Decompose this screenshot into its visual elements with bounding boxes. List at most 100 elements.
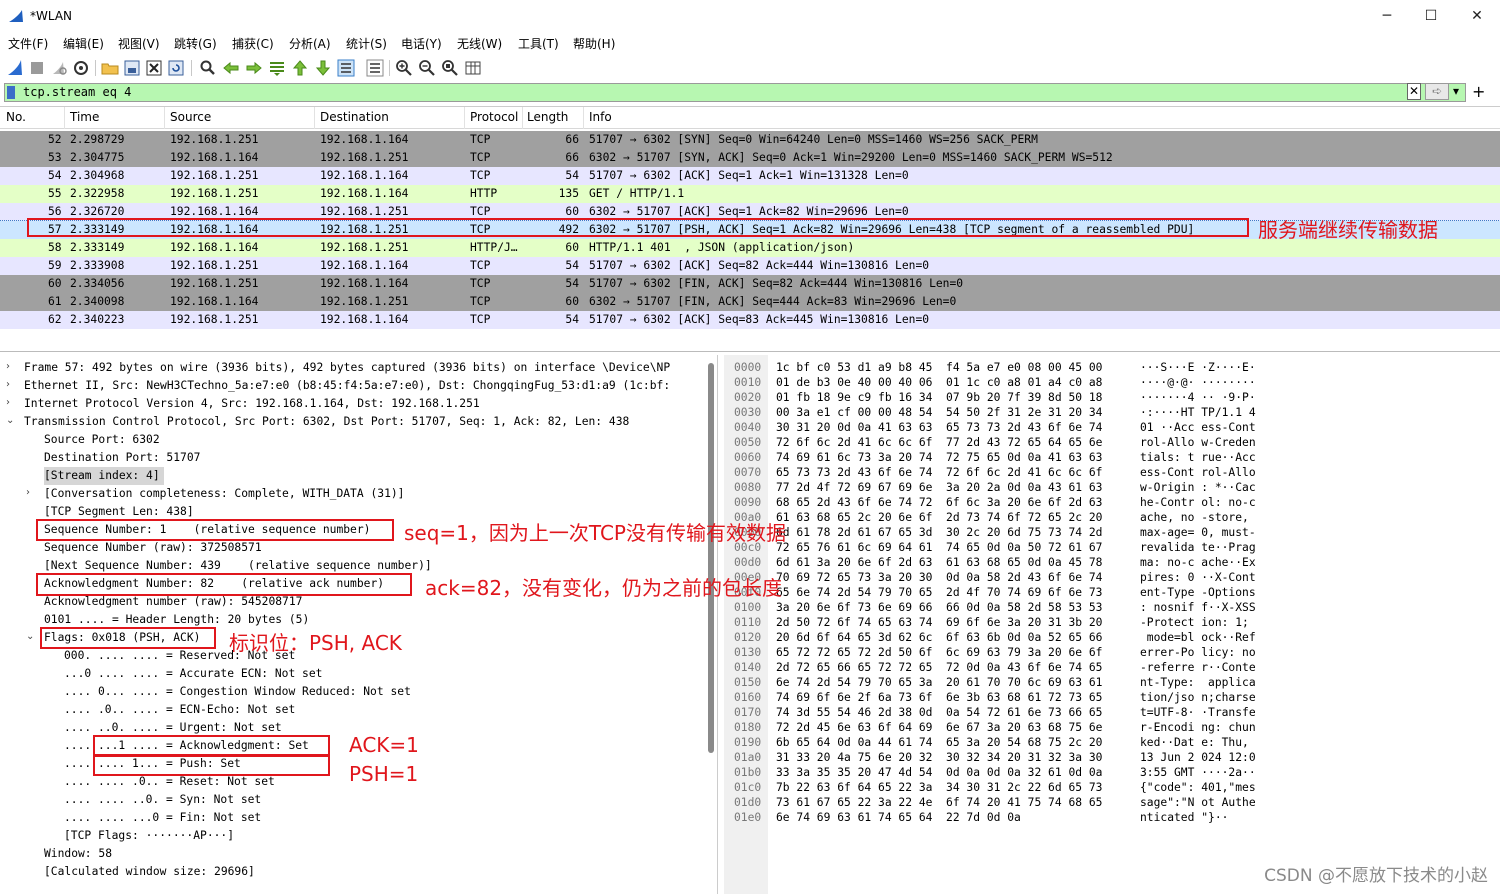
hex-ascii[interactable]: {"code": 401,"mes: [1140, 780, 1256, 795]
hex-bytes[interactable]: 68 65 2d 43 6f 6e 74 72 6f 6c 3a 20 6e 6…: [776, 495, 1102, 510]
packet-row[interactable]: 60 2.334056 192.168.1.251 192.168.1.164 TCP 5…: [0, 275, 1500, 293]
go-to-packet-icon[interactable]: [268, 59, 286, 77]
packet-row[interactable]: 55 2.322958 192.168.1.251 192.168.1.164 HTTP…: [0, 185, 1500, 203]
detail-tree-item[interactable]: [TCP Flags: ·······AP···]: [64, 827, 234, 845]
find-icon[interactable]: [199, 59, 217, 77]
expand-chevron-icon[interactable]: ›: [6, 379, 10, 390]
details-scrollbar[interactable]: [708, 363, 714, 753]
go-first-icon[interactable]: [291, 59, 309, 77]
hex-bytes[interactable]: 6d 61 78 2d 61 67 65 3d 30 2c 20 6d 75 7…: [776, 525, 1102, 540]
hex-bytes[interactable]: 6e 74 2d 54 79 70 65 3a 20 61 70 70 6c 6…: [776, 675, 1102, 690]
detail-tree-item[interactable]: .... .0.. .... = ECN-Echo: Not set: [64, 701, 295, 719]
column-divider[interactable]: [583, 107, 584, 129]
col-no[interactable]: No.: [6, 110, 26, 126]
hex-ascii[interactable]: ent-Type -Options: [1140, 585, 1256, 600]
close-button[interactable]: ✕: [1462, 6, 1492, 26]
menu-tools[interactable]: 工具(T): [518, 35, 559, 52]
hex-ascii[interactable]: sage":"N ot Authe: [1140, 795, 1256, 810]
hex-bytes[interactable]: 61 63 68 65 2c 20 6e 6f 2d 73 74 6f 72 6…: [776, 510, 1102, 525]
apply-filter-icon[interactable]: ➪: [1425, 83, 1449, 100]
zoom-normal-icon[interactable]: [441, 59, 459, 77]
col-protocol[interactable]: Protocol: [470, 110, 518, 126]
menu-go[interactable]: 跳转(G): [174, 35, 217, 52]
hex-ascii[interactable]: ···S···E ·Z····E·: [1140, 360, 1256, 375]
collapse-chevron-icon[interactable]: ⌄: [6, 415, 14, 426]
packet-row[interactable]: 52 2.298729 192.168.1.251 192.168.1.164 TCP 6…: [0, 131, 1500, 149]
menu-file[interactable]: 文件(F): [8, 35, 48, 52]
packet-row[interactable]: 61 2.340098 192.168.1.164 192.168.1.251 TCP 6…: [0, 293, 1500, 311]
add-filter-button-icon[interactable]: +: [1472, 82, 1485, 101]
detail-tree-item[interactable]: Internet Protocol Version 4, Src: 192.16…: [24, 395, 480, 413]
detail-tree-item[interactable]: .... .... ...0 = Fin: Not set: [64, 809, 261, 827]
menu-edit[interactable]: 编辑(E): [63, 35, 104, 52]
filter-history-dropdown-icon[interactable]: ▾: [1453, 84, 1459, 98]
hex-bytes[interactable]: 74 3d 55 54 46 2d 38 0d 0a 54 72 61 6e 7…: [776, 705, 1102, 720]
hex-bytes[interactable]: 65 73 73 2d 43 6f 6e 74 72 6f 6c 2d 41 6…: [776, 465, 1102, 480]
hex-bytes[interactable]: 2d 72 65 66 65 72 72 65 72 0d 0a 43 6f 6…: [776, 660, 1102, 675]
shark-fin-start-icon[interactable]: [6, 59, 24, 77]
detail-tree-item[interactable]: [Stream index: 4]: [44, 467, 164, 485]
packet-row[interactable]: 62 2.340223 192.168.1.251 192.168.1.164 TCP 5…: [0, 311, 1500, 329]
hex-ascii[interactable]: rol-Allo w-Creden: [1140, 435, 1256, 450]
zoom-out-icon[interactable]: [418, 59, 436, 77]
collapse-chevron-icon[interactable]: ⌄: [26, 631, 34, 642]
menu-wireless[interactable]: 无线(W): [457, 35, 502, 52]
hex-bytes[interactable]: 01 fb 18 9e c9 fb 16 34 07 9b 20 7f 39 8…: [776, 390, 1102, 405]
hex-ascii[interactable]: 01 ··Acc ess-Cont: [1140, 420, 1256, 435]
detail-tree-item[interactable]: Window: 58: [44, 845, 112, 863]
hex-ascii[interactable]: ····@·@· ········: [1140, 375, 1256, 390]
hex-bytes[interactable]: 77 2d 4f 72 69 67 69 6e 3a 20 2a 0d 0a 4…: [776, 480, 1102, 495]
detail-tree-item[interactable]: Transmission Control Protocol, Src Port:…: [24, 413, 629, 431]
col-source[interactable]: Source: [170, 110, 211, 126]
detail-tree-item[interactable]: Sequence Number (raw): 372508571: [44, 539, 262, 557]
hex-bytes[interactable]: 01 de b3 0e 40 00 40 06 01 1c c0 a8 01 a…: [776, 375, 1102, 390]
hex-bytes[interactable]: 3a 20 6e 6f 73 6e 69 66 66 0d 0a 58 2d 5…: [776, 600, 1102, 615]
resize-columns-icon[interactable]: [464, 59, 482, 77]
hex-bytes[interactable]: 70 69 72 65 73 3a 20 30 0d 0a 58 2d 43 6…: [776, 570, 1102, 585]
zoom-in-icon[interactable]: [395, 59, 413, 77]
go-last-icon[interactable]: [314, 59, 332, 77]
close-file-icon[interactable]: [145, 59, 163, 77]
hex-ascii[interactable]: -referre r··Conte: [1140, 660, 1256, 675]
hex-bytes[interactable]: 7b 22 63 6f 64 65 22 3a 34 30 31 2c 22 6…: [776, 780, 1102, 795]
hex-bytes[interactable]: 65 72 72 65 72 2d 50 6f 6c 69 63 79 3a 2…: [776, 645, 1102, 660]
hex-bytes[interactable]: 6e 74 69 63 61 74 65 64 22 7d 0d 0a: [776, 810, 1021, 825]
hex-ascii[interactable]: ess-Cont rol-Allo: [1140, 465, 1256, 480]
hex-bytes[interactable]: 72 65 76 61 6c 69 64 61 74 65 0d 0a 50 7…: [776, 540, 1102, 555]
hex-ascii[interactable]: r-Encodi ng: chun: [1140, 720, 1256, 735]
detail-tree-item[interactable]: [Conversation completeness: Complete, WI…: [44, 485, 404, 503]
hex-ascii[interactable]: w-Origin : *··Cac: [1140, 480, 1256, 495]
gear-options-icon[interactable]: [72, 59, 90, 77]
column-divider[interactable]: [164, 107, 165, 129]
hex-bytes[interactable]: 72 6f 6c 2d 41 6c 6c 6f 77 2d 43 72 65 6…: [776, 435, 1102, 450]
hex-ascii[interactable]: t=UTF-8· ·Transfe: [1140, 705, 1256, 720]
hex-bytes[interactable]: 72 2d 45 6e 63 6f 64 69 6e 67 3a 20 63 6…: [776, 720, 1102, 735]
expand-chevron-icon[interactable]: ›: [6, 397, 10, 408]
packet-row[interactable]: 53 2.304775 192.168.1.164 192.168.1.251 TCP 6…: [0, 149, 1500, 167]
hex-ascii[interactable]: nticated "}··: [1140, 810, 1228, 825]
clear-filter-icon[interactable]: ✕: [1407, 83, 1421, 100]
col-info[interactable]: Info: [589, 110, 612, 126]
maximize-button[interactable]: ☐: [1416, 6, 1446, 26]
hex-ascii[interactable]: revalida te··Prag: [1140, 540, 1256, 555]
expand-chevron-icon[interactable]: ›: [26, 487, 30, 498]
hex-ascii[interactable]: ked··Dat e: Thu,: [1140, 735, 1256, 750]
menu-view[interactable]: 视图(V): [118, 35, 160, 52]
hex-ascii[interactable]: ma: no-c ache··Ex: [1140, 555, 1256, 570]
hex-bytes[interactable]: 74 69 61 6c 73 3a 20 74 72 75 65 0d 0a 4…: [776, 450, 1102, 465]
packet-row[interactable]: 59 2.333908 192.168.1.251 192.168.1.164 TCP 5…: [0, 257, 1500, 275]
hex-ascii[interactable]: tials: t rue··Acc: [1140, 450, 1256, 465]
hex-ascii[interactable]: ache, no -store,: [1140, 510, 1256, 525]
hex-bytes[interactable]: 6b 65 64 0d 0a 44 61 74 65 3a 20 54 68 7…: [776, 735, 1102, 750]
detail-tree-item[interactable]: Ethernet II, Src: NewH3CTechno_5a:e7:e0 …: [24, 377, 670, 395]
hex-ascii[interactable]: nt-Type: applica: [1140, 675, 1256, 690]
filter-text[interactable]: tcp.stream eq 4: [23, 85, 131, 99]
col-time[interactable]: Time: [70, 110, 99, 126]
column-divider[interactable]: [314, 107, 315, 129]
minimize-button[interactable]: ─: [1372, 6, 1402, 26]
colorize-icon[interactable]: [366, 59, 384, 77]
hex-ascii[interactable]: tion/jso n;charse: [1140, 690, 1256, 705]
hex-bytes[interactable]: 74 69 6f 6e 2f 6a 73 6f 6e 3b 63 68 61 7…: [776, 690, 1102, 705]
hex-ascii[interactable]: he-Contr ol: no-c: [1140, 495, 1256, 510]
hex-bytes[interactable]: 2d 50 72 6f 74 65 63 74 69 6f 6e 3a 20 3…: [776, 615, 1102, 630]
